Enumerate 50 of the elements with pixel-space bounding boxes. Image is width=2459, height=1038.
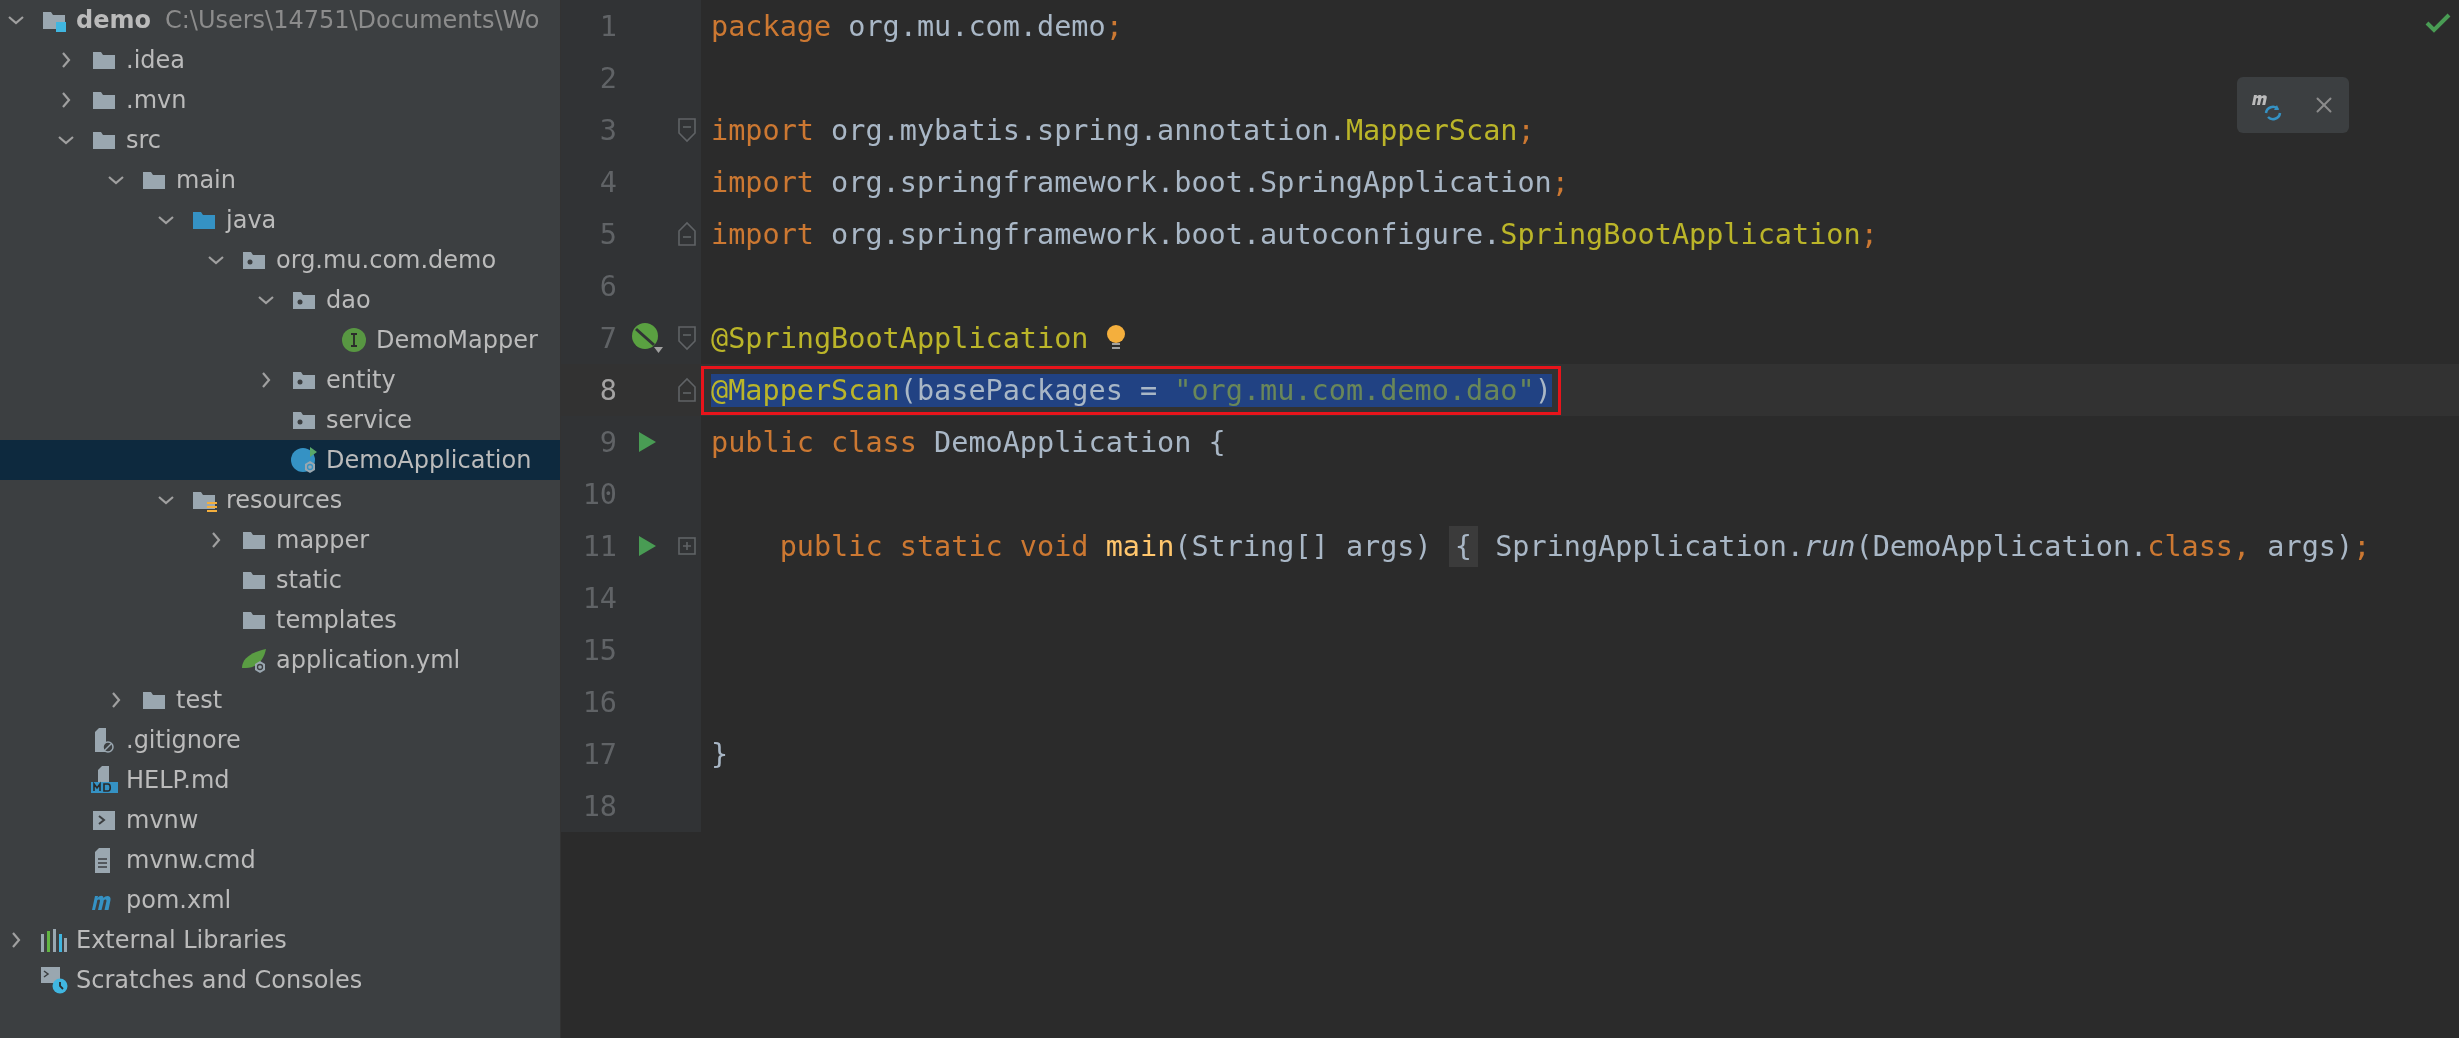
run-icon[interactable] xyxy=(636,534,658,558)
tree-item[interactable]: Scratches and Consoles xyxy=(0,960,560,1000)
tree-item[interactable]: .mvn xyxy=(0,80,560,120)
markdown-file-icon xyxy=(90,766,118,794)
code-line: import org.springframework.boot.SpringApplication; xyxy=(710,164,1570,201)
code-line: public class DemoApplication { xyxy=(710,424,1227,461)
tree-item[interactable]: .gitignore xyxy=(0,720,560,760)
code-line: import org.mybatis.spring.annotation.MapperScan; xyxy=(710,112,1536,149)
expand-marker-icon[interactable] xyxy=(677,536,697,556)
spring-bean-icon[interactable] xyxy=(630,321,664,355)
spring-leaf-icon xyxy=(240,646,268,674)
code-line: package org.mu.com.demo; xyxy=(710,8,1124,45)
tree-item[interactable]: templates xyxy=(0,600,560,640)
tree-item[interactable]: HELP.md xyxy=(0,760,560,800)
tree-item[interactable]: static xyxy=(0,560,560,600)
tree-item[interactable]: test xyxy=(0,680,560,720)
code-line: @SpringBootApplication xyxy=(710,320,1090,357)
code-line: } xyxy=(710,736,730,773)
tree-item[interactable]: External Libraries xyxy=(0,920,560,960)
check-icon xyxy=(2425,12,2451,34)
fold-marker-icon[interactable] xyxy=(677,117,697,143)
tree-item[interactable]: pom.xml xyxy=(0,880,560,920)
tree-item[interactable]: mvnw.cmd xyxy=(0,840,560,880)
tree-item[interactable]: demo C:\Users\14751\Documents\Wo xyxy=(0,0,560,40)
spring-class-icon xyxy=(290,446,318,474)
tree-item[interactable]: DemoMapper xyxy=(0,320,560,360)
scratches-icon xyxy=(40,966,68,994)
tree-item[interactable]: service xyxy=(0,400,560,440)
line-number: 8 xyxy=(598,373,617,407)
tree-item[interactable]: java xyxy=(0,200,560,240)
tree-item[interactable]: dao xyxy=(0,280,560,320)
tree-item[interactable]: org.mu.com.demo xyxy=(0,240,560,280)
tree-item[interactable]: mvnw xyxy=(0,800,560,840)
run-icon[interactable] xyxy=(636,430,658,454)
fold-marker-icon[interactable] xyxy=(677,221,697,247)
tree-item[interactable]: application.yml xyxy=(0,640,560,680)
tree-item[interactable]: src xyxy=(0,120,560,160)
tree-item[interactable]: mapper xyxy=(0,520,560,560)
tree-item[interactable]: DemoApplication xyxy=(0,440,560,480)
code-line: public static void main(String[] args) { SpringApplication.run(DemoApplication.class, args); xyxy=(701,521,2380,571)
tree-item[interactable]: entity xyxy=(0,360,560,400)
fold-marker-icon[interactable] xyxy=(677,325,697,351)
tree-item[interactable]: resources xyxy=(0,480,560,520)
interface-icon xyxy=(340,326,368,354)
code-line: import org.springframework.boot.autoconfigure.SpringBootApplication; xyxy=(710,216,1879,253)
libraries-icon xyxy=(40,926,68,954)
tree-item[interactable]: .idea xyxy=(0,40,560,80)
tree-item[interactable]: main xyxy=(0,160,560,200)
fold-marker-icon[interactable] xyxy=(677,377,697,403)
project-path: C:\Users\14751\Documents\Wo xyxy=(164,6,540,34)
